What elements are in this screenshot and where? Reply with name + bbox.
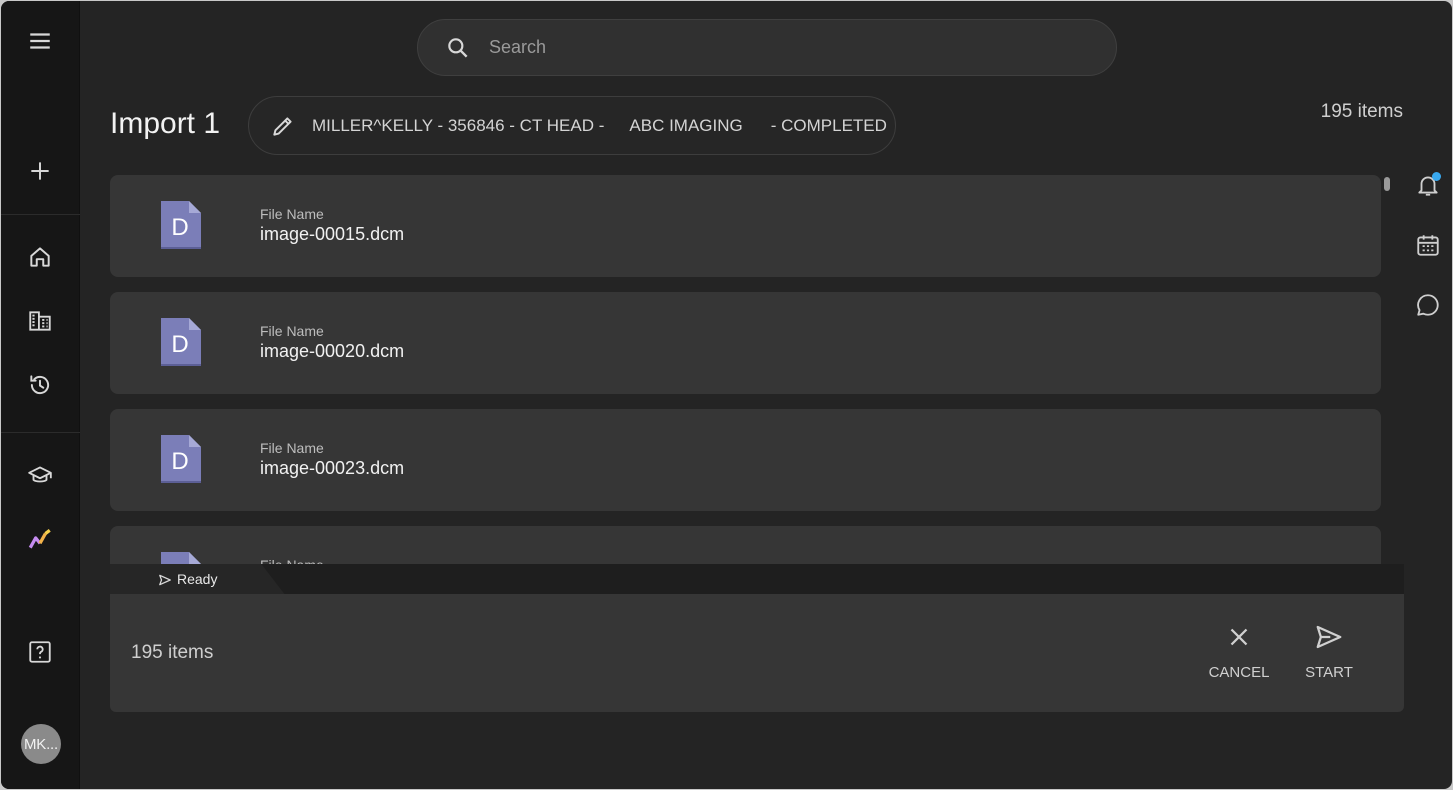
file-name-label: File Name [260,440,324,456]
studies-icon[interactable] [20,301,60,341]
item-count: 195 items [1320,101,1403,122]
sidebar-divider [1,432,80,433]
dicom-file-icon [160,550,202,565]
cancel-button[interactable]: CANCEL [1199,622,1279,686]
chat-icon[interactable] [1410,287,1446,323]
chip-patient-text: MILLER^KELLY - 356846 - CT HEAD - [312,115,605,135]
help-icon[interactable] [20,632,60,672]
footer-item-count: 195 items [131,642,214,663]
edit-icon[interactable] [270,113,296,139]
cancel-label: CANCEL [1208,664,1270,681]
list-item[interactable]: D File Name image-00023.dcm [110,409,1381,511]
home-icon[interactable] [20,237,60,277]
start-label: START [1305,664,1353,681]
dicom-file-icon: D [160,316,202,368]
list-item[interactable]: D File Name image-00020.dcm [110,292,1381,394]
dicom-file-icon: D [160,199,202,251]
search-icon [448,37,468,58]
sidebar-divider [1,214,80,215]
chip-facility-text: ABC IMAGING [629,115,743,135]
notification-badge [1432,172,1441,181]
history-icon[interactable] [20,365,60,405]
study-info-chip[interactable]: MILLER^KELLY - 356846 - CT HEAD - ABC IM… [248,96,896,155]
send-icon [1316,625,1342,649]
list-item[interactable]: File Name [110,526,1381,565]
chip-status-text: - COMPLETED [770,115,887,135]
start-button[interactable]: START [1289,622,1369,686]
avatar[interactable]: MK... [21,724,61,764]
page-title: Import 1 [110,107,221,140]
status-tab-label: Ready [177,571,218,587]
upload-panel: 195 items CANCEL START [110,594,1404,712]
close-icon [1230,628,1248,646]
left-sidebar: MK... [1,1,80,789]
list-item[interactable]: D File Name image-00015.dcm [110,175,1381,277]
file-list: D File Name image-00015.dcm D File Name … [110,175,1382,565]
scrollbar[interactable] [1384,177,1390,191]
add-icon[interactable] [20,151,60,191]
footer-tab-bar [110,564,1404,596]
dicom-file-icon: D [160,433,202,485]
file-name-label: File Name [260,323,324,339]
app-window: MK... Import 1 MILLER^KELLY - 356846 - C… [1,1,1452,789]
education-icon[interactable] [20,455,60,495]
bell-icon[interactable] [1410,167,1446,203]
file-name-value: image-00020.dcm [260,341,405,361]
file-name-value: image-00023.dcm [260,458,405,478]
search-bar [417,19,1117,76]
menu-icon[interactable] [20,21,60,61]
calendar-icon[interactable] [1410,227,1446,263]
file-name-label: File Name [260,206,324,222]
status-tab[interactable]: Ready [110,564,286,596]
send-small-icon [159,574,171,586]
search-input[interactable] [489,37,1116,58]
file-name-value: image-00015.dcm [260,224,405,244]
analytics-icon[interactable] [20,519,60,559]
